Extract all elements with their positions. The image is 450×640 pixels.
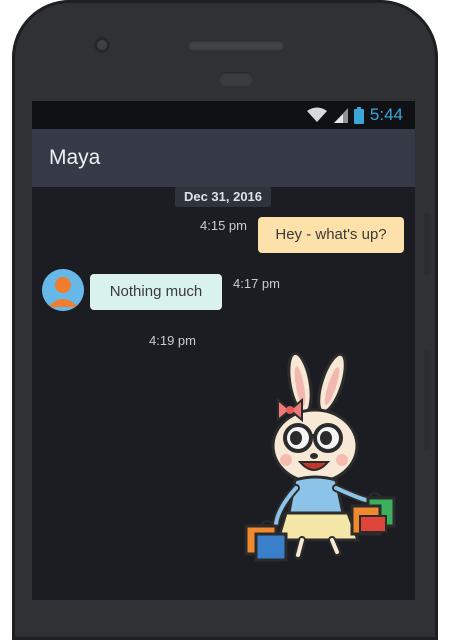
power-button [424, 350, 430, 450]
bunny-shopping-sticker[interactable] [240, 348, 400, 563]
signal-icon [333, 108, 348, 123]
person-icon [42, 269, 84, 311]
front-camera [94, 37, 110, 53]
date-divider: Dec 31, 2016 [175, 187, 271, 207]
message-time: 4:15 pm [200, 218, 247, 233]
status-icons: 5:44 [306, 106, 403, 124]
incoming-message-bubble[interactable]: Nothing much [90, 274, 222, 310]
battery-icon [353, 106, 364, 124]
proximity-sensor [219, 72, 253, 86]
volume-button [424, 213, 430, 275]
wifi-icon [306, 107, 327, 122]
message-time: 4:19 pm [149, 333, 196, 348]
status-time: 5:44 [369, 105, 403, 124]
message-time: 4:17 pm [233, 276, 280, 291]
chat-screen: 5:44 Maya Dec 31, 2016 4:15 pm Hey - wha… [32, 101, 415, 600]
status-bar: 5:44 [32, 101, 415, 129]
contact-avatar[interactable] [42, 269, 84, 311]
outgoing-message-bubble[interactable]: Hey - what's up? [258, 217, 404, 253]
contact-name[interactable]: Maya [49, 146, 100, 170]
earpiece-speaker [188, 40, 284, 50]
app-toolbar: Maya [32, 129, 415, 187]
